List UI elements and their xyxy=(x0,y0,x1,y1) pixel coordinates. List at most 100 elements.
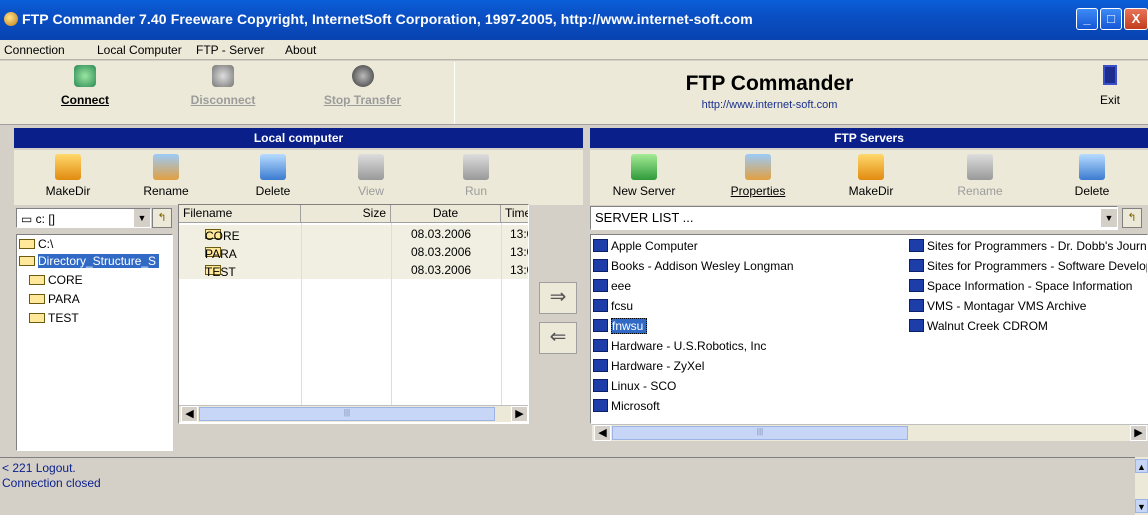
menu-local-computer[interactable]: Local Computer xyxy=(97,43,182,57)
scroll-thumb[interactable]: ||| xyxy=(199,407,495,421)
local-rename-button[interactable]: Rename xyxy=(126,154,206,198)
table-row[interactable]: PARA 08.03.2006 13:0 xyxy=(179,243,528,261)
tree-item-test[interactable]: TEST xyxy=(29,311,79,325)
server-item[interactable]: Sites for Programmers - Software Develop… xyxy=(909,259,1147,273)
close-button[interactable]: X xyxy=(1124,8,1148,30)
disconnect-button[interactable]: Disconnect xyxy=(178,65,268,107)
column-date[interactable]: Date xyxy=(391,205,501,223)
brand-area: FTP Commander http://www.internet-soft.c… xyxy=(454,62,1084,124)
chevron-down-icon[interactable]: ▼ xyxy=(134,209,150,227)
server-item[interactable]: Linux - SCO xyxy=(593,379,676,393)
local-up-folder-button[interactable]: ↰ xyxy=(152,208,172,228)
server-icon xyxy=(593,339,608,352)
server-list-label: SERVER LIST ... xyxy=(595,210,694,225)
connect-label: Connect xyxy=(61,93,109,107)
local-makedir-button[interactable]: MakeDir xyxy=(28,154,108,198)
local-makedir-label: MakeDir xyxy=(45,184,91,198)
server-name: VMS - Montagar VMS Archive xyxy=(927,299,1087,313)
server-item[interactable]: Space Information - Space Information xyxy=(909,279,1132,293)
server-item[interactable]: Walnut Creek CDROM xyxy=(909,319,1048,333)
remote-up-folder-button[interactable]: ↰ xyxy=(1122,208,1142,228)
menu-about[interactable]: About xyxy=(285,43,316,57)
connect-button[interactable]: Connect xyxy=(40,65,130,107)
tree-item-root[interactable]: C:\ xyxy=(19,237,53,251)
local-delete-label: Delete xyxy=(255,184,291,198)
tree-label: PARA xyxy=(48,292,80,306)
window-title: FTP Commander 7.40 Freeware Copyright, I… xyxy=(22,11,753,27)
scroll-right-icon[interactable]: ▶ xyxy=(1130,425,1147,441)
brand-name: FTP Commander xyxy=(685,72,854,95)
local-view-label: View xyxy=(358,184,384,198)
tree-item-directory-structure[interactable]: Directory_Structure_S xyxy=(19,254,160,268)
file-list-hscroll[interactable]: ◀ ||| ▶ xyxy=(179,405,528,422)
server-icon xyxy=(593,299,608,312)
server-item[interactable]: VMS - Montagar VMS Archive xyxy=(909,299,1086,313)
scroll-down-icon[interactable]: ▼ xyxy=(1135,499,1148,513)
table-row[interactable]: CORE 08.03.2006 13:0 xyxy=(179,225,528,243)
local-run-button[interactable]: Run xyxy=(436,154,516,198)
server-name: eee xyxy=(611,279,632,293)
menu-connection[interactable]: Connection xyxy=(4,43,65,57)
server-icon xyxy=(593,279,608,292)
properties-button[interactable]: Properties xyxy=(718,154,798,198)
server-item[interactable]: Hardware - ZyXel xyxy=(593,359,704,373)
exit-button[interactable]: Exit xyxy=(1090,65,1130,107)
folder-icon xyxy=(29,313,45,323)
new-server-label: New Server xyxy=(612,184,676,198)
brand-url[interactable]: http://www.internet-soft.com xyxy=(455,99,1084,111)
tree-item-core[interactable]: CORE xyxy=(29,273,83,287)
server-item-selected[interactable]: fnwsu xyxy=(593,318,648,334)
server-icon xyxy=(909,239,924,252)
folder-open-icon xyxy=(19,239,35,249)
folder-icon xyxy=(29,294,45,304)
scroll-left-icon[interactable]: ◀ xyxy=(181,406,198,422)
minimize-button[interactable]: _ xyxy=(1076,8,1098,30)
server-item[interactable]: Books - Addison Wesley Longman xyxy=(593,259,794,273)
log-vscroll[interactable]: ▲ ▼ xyxy=(1135,457,1148,515)
server-item[interactable]: Sites for Programmers - Dr. Dobb's Journ… xyxy=(909,239,1148,253)
server-name: fcsu xyxy=(611,299,634,313)
server-name: Hardware - ZyXel xyxy=(611,359,705,373)
server-icon xyxy=(593,319,608,332)
server-item[interactable]: eee xyxy=(593,279,631,293)
new-server-icon xyxy=(631,154,657,180)
local-delete-button[interactable]: Delete xyxy=(233,154,313,198)
server-item[interactable]: Microsoft xyxy=(593,399,660,413)
menu-ftp-server[interactable]: FTP - Server xyxy=(196,43,264,57)
scroll-thumb[interactable]: ||| xyxy=(612,426,908,440)
server-item[interactable]: fcsu xyxy=(593,299,633,313)
server-list: Apple Computer Books - Addison Wesley Lo… xyxy=(590,234,1148,424)
scroll-right-icon[interactable]: ▶ xyxy=(511,406,528,422)
server-icon xyxy=(593,239,608,252)
file-date: 08.03.2006 xyxy=(411,245,472,259)
server-list-select[interactable]: SERVER LIST ... ▼ xyxy=(590,206,1118,230)
server-name: Sites for Programmers - Dr. Dobb's Journ… xyxy=(927,239,1148,253)
remote-delete-button[interactable]: Delete xyxy=(1052,154,1132,198)
scroll-left-icon[interactable]: ◀ xyxy=(594,425,611,441)
disconnect-icon xyxy=(212,65,234,87)
new-server-button[interactable]: New Server xyxy=(604,154,684,198)
scroll-up-icon[interactable]: ▲ xyxy=(1135,459,1148,473)
column-size[interactable]: Size xyxy=(301,205,391,223)
rename-icon xyxy=(153,154,179,180)
drive-select[interactable]: ▭ c: [] ▼ xyxy=(16,208,151,228)
server-item[interactable]: Apple Computer xyxy=(593,239,698,253)
column-filename[interactable]: Filename xyxy=(179,205,301,223)
download-arrow-button[interactable]: ⇐ xyxy=(539,322,577,354)
local-view-button[interactable]: View xyxy=(331,154,411,198)
tree-item-para[interactable]: PARA xyxy=(29,292,80,306)
local-panel-header: Local computer xyxy=(14,128,583,148)
stop-transfer-button[interactable]: Stop Transfer xyxy=(315,65,410,107)
remote-makedir-button[interactable]: MakeDir xyxy=(831,154,911,198)
server-icon xyxy=(593,379,608,392)
server-item[interactable]: Hardware - U.S.Robotics, Inc xyxy=(593,339,766,353)
server-list-hscroll[interactable]: ◀ ||| ▶ xyxy=(592,424,1148,441)
log-panel: < 221 Logout. Connection closed xyxy=(0,457,1148,515)
upload-arrow-button[interactable]: ⇒ xyxy=(539,282,577,314)
chevron-down-icon[interactable]: ▼ xyxy=(1101,209,1117,227)
column-time[interactable]: Time xyxy=(501,205,528,223)
maximize-button[interactable]: □ xyxy=(1100,8,1122,30)
remote-rename-button[interactable]: Rename xyxy=(940,154,1020,198)
file-date: 08.03.2006 xyxy=(411,263,472,277)
table-row[interactable]: TEST 08.03.2006 13:0 xyxy=(179,261,528,279)
